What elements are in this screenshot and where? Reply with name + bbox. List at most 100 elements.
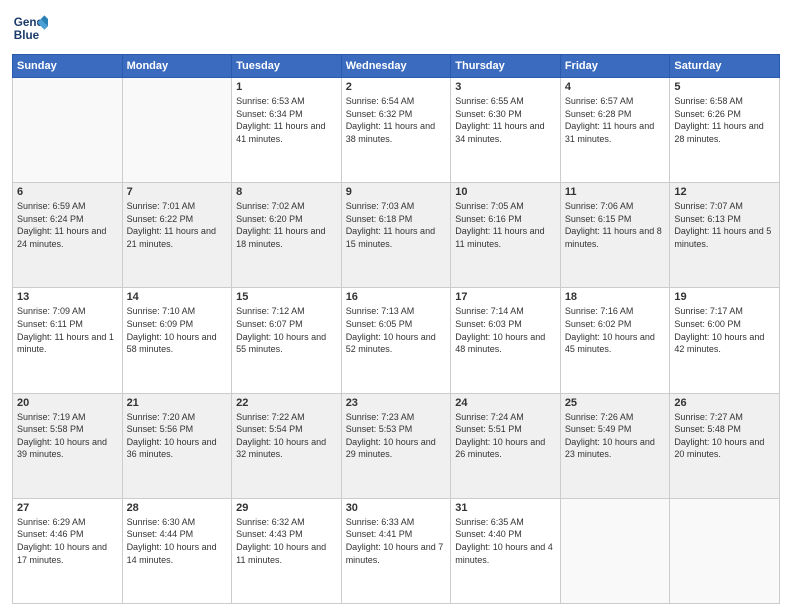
calendar-cell: 20Sunrise: 7:19 AM Sunset: 5:58 PM Dayli… bbox=[13, 393, 123, 498]
day-number: 24 bbox=[455, 397, 556, 409]
calendar-cell: 13 Sunrise: 7:09 AM Sunset: 6:11 PM Dayli… bbox=[13, 288, 123, 393]
cell-info: Sunrise: 7:27 AM Sunset: 5:48 PM Dayligh… bbox=[674, 411, 775, 461]
weekday-header-sunday: Sunday bbox=[13, 55, 123, 78]
day-number: 10 bbox=[455, 186, 556, 198]
weekday-header-wednesday: Wednesday bbox=[341, 55, 451, 78]
calendar-cell: 17 Sunrise: 7:14 AM Sunset: 6:03 PM Dayli… bbox=[451, 288, 561, 393]
day-number: 28 bbox=[127, 502, 228, 514]
cell-info: Sunrise: 7:13 AM Sunset: 6:05 PM Dayligh… bbox=[346, 305, 447, 355]
day-number: 15 bbox=[236, 291, 337, 303]
calendar-cell: 30 Sunrise: 6:33 AM Sunset: 4:41 PM Dayli… bbox=[341, 498, 451, 603]
calendar-cell: 8 Sunrise: 7:02 AM Sunset: 6:20 PM Daylig… bbox=[232, 183, 342, 288]
calendar-cell: 15 Sunrise: 7:12 AM Sunset: 6:07 PM Dayli… bbox=[232, 288, 342, 393]
weekday-header-thursday: Thursday bbox=[451, 55, 561, 78]
day-number: 25 bbox=[565, 397, 666, 409]
week-row-2: 6 Sunrise: 6:59 AM Sunset: 6:24 PM Daylig… bbox=[13, 183, 780, 288]
calendar-cell bbox=[560, 498, 670, 603]
day-number: 4 bbox=[565, 81, 666, 93]
svg-text:Blue: Blue bbox=[14, 29, 40, 42]
cell-info: Sunrise: 6:35 AM Sunset: 4:40 PM Dayligh… bbox=[455, 516, 556, 566]
cell-info: Sunrise: 6:29 AM Sunset: 4:46 PM Dayligh… bbox=[17, 516, 118, 566]
calendar-cell bbox=[670, 498, 780, 603]
calendar-cell: 27 Sunrise: 6:29 AM Sunset: 4:46 PM Dayli… bbox=[13, 498, 123, 603]
day-number: 23 bbox=[346, 397, 447, 409]
day-number: 21 bbox=[127, 397, 228, 409]
cell-info: Sunrise: 7:22 AM Sunset: 5:54 PM Dayligh… bbox=[236, 411, 337, 461]
page: General Blue SundayMondayTuesdayWednesda… bbox=[0, 0, 792, 612]
day-number: 6 bbox=[17, 186, 118, 198]
calendar-cell: 11 Sunrise: 7:06 AM Sunset: 6:15 PM Dayli… bbox=[560, 183, 670, 288]
calendar-cell: 23 Sunrise: 7:23 AM Sunset: 5:53 PM Dayli… bbox=[341, 393, 451, 498]
calendar-cell: 12 Sunrise: 7:07 AM Sunset: 6:13 PM Dayli… bbox=[670, 183, 780, 288]
calendar-cell: 18Sunrise: 7:16 AM Sunset: 6:02 PM Dayli… bbox=[560, 288, 670, 393]
cell-info: Sunrise: 7:23 AM Sunset: 5:53 PM Dayligh… bbox=[346, 411, 447, 461]
calendar-cell: 22 Sunrise: 7:22 AM Sunset: 5:54 PM Dayli… bbox=[232, 393, 342, 498]
day-number: 26 bbox=[674, 397, 775, 409]
cell-info: Sunrise: 7:09 AM Sunset: 6:11 PM Dayligh… bbox=[17, 305, 118, 355]
week-row-1: 1Sunrise: 6:53 AM Sunset: 6:34 PM Daylig… bbox=[13, 78, 780, 183]
calendar-cell: 29 Sunrise: 6:32 AM Sunset: 4:43 PM Dayli… bbox=[232, 498, 342, 603]
cell-info: Sunrise: 7:24 AM Sunset: 5:51 PM Dayligh… bbox=[455, 411, 556, 461]
cell-info: Sunrise: 7:12 AM Sunset: 6:07 PM Dayligh… bbox=[236, 305, 337, 355]
day-number: 17 bbox=[455, 291, 556, 303]
cell-info: Sunrise: 7:03 AM Sunset: 6:18 PM Dayligh… bbox=[346, 200, 447, 250]
calendar-cell: 4 Sunrise: 6:57 AM Sunset: 6:28 PM Daylig… bbox=[560, 78, 670, 183]
cell-info: Sunrise: 7:05 AM Sunset: 6:16 PM Dayligh… bbox=[455, 200, 556, 250]
logo: General Blue bbox=[12, 10, 48, 46]
cell-info: Sunrise: 7:26 AM Sunset: 5:49 PM Dayligh… bbox=[565, 411, 666, 461]
calendar-cell: 3Sunrise: 6:55 AM Sunset: 6:30 PM Daylig… bbox=[451, 78, 561, 183]
day-number: 29 bbox=[236, 502, 337, 514]
cell-info: Sunrise: 6:30 AM Sunset: 4:44 PM Dayligh… bbox=[127, 516, 228, 566]
cell-info: Sunrise: 6:59 AM Sunset: 6:24 PM Dayligh… bbox=[17, 200, 118, 250]
calendar-cell: 14Sunrise: 7:10 AM Sunset: 6:09 PM Dayli… bbox=[122, 288, 232, 393]
calendar-cell: 6 Sunrise: 6:59 AM Sunset: 6:24 PM Daylig… bbox=[13, 183, 123, 288]
calendar-cell: 1Sunrise: 6:53 AM Sunset: 6:34 PM Daylig… bbox=[232, 78, 342, 183]
cell-info: Sunrise: 6:53 AM Sunset: 6:34 PM Dayligh… bbox=[236, 95, 337, 145]
cell-info: Sunrise: 6:58 AM Sunset: 6:26 PM Dayligh… bbox=[674, 95, 775, 145]
week-row-5: 27 Sunrise: 6:29 AM Sunset: 4:46 PM Dayli… bbox=[13, 498, 780, 603]
cell-info: Sunrise: 6:55 AM Sunset: 6:30 PM Dayligh… bbox=[455, 95, 556, 145]
cell-info: Sunrise: 7:06 AM Sunset: 6:15 PM Dayligh… bbox=[565, 200, 666, 250]
calendar-cell: 9 Sunrise: 7:03 AM Sunset: 6:18 PM Daylig… bbox=[341, 183, 451, 288]
week-row-3: 13 Sunrise: 7:09 AM Sunset: 6:11 PM Dayli… bbox=[13, 288, 780, 393]
day-number: 13 bbox=[17, 291, 118, 303]
logo-icon: General Blue bbox=[12, 10, 48, 46]
day-number: 5 bbox=[674, 81, 775, 93]
day-number: 22 bbox=[236, 397, 337, 409]
cell-info: Sunrise: 6:33 AM Sunset: 4:41 PM Dayligh… bbox=[346, 516, 447, 566]
cell-info: Sunrise: 7:07 AM Sunset: 6:13 PM Dayligh… bbox=[674, 200, 775, 250]
cell-info: Sunrise: 7:02 AM Sunset: 6:20 PM Dayligh… bbox=[236, 200, 337, 250]
weekday-header-tuesday: Tuesday bbox=[232, 55, 342, 78]
day-number: 8 bbox=[236, 186, 337, 198]
calendar-cell: 24 Sunrise: 7:24 AM Sunset: 5:51 PM Dayli… bbox=[451, 393, 561, 498]
header: General Blue bbox=[12, 10, 780, 46]
day-number: 19 bbox=[674, 291, 775, 303]
calendar-cell: 10 Sunrise: 7:05 AM Sunset: 6:16 PM Dayli… bbox=[451, 183, 561, 288]
day-number: 11 bbox=[565, 186, 666, 198]
day-number: 16 bbox=[346, 291, 447, 303]
day-number: 31 bbox=[455, 502, 556, 514]
day-number: 30 bbox=[346, 502, 447, 514]
day-number: 27 bbox=[17, 502, 118, 514]
day-number: 9 bbox=[346, 186, 447, 198]
day-number: 7 bbox=[127, 186, 228, 198]
calendar-cell: 31 Sunrise: 6:35 AM Sunset: 4:40 PM Dayli… bbox=[451, 498, 561, 603]
weekday-header-monday: Monday bbox=[122, 55, 232, 78]
calendar-cell: 19Sunrise: 7:17 AM Sunset: 6:00 PM Dayli… bbox=[670, 288, 780, 393]
weekday-header-row: SundayMondayTuesdayWednesdayThursdayFrid… bbox=[13, 55, 780, 78]
calendar-cell: 26 Sunrise: 7:27 AM Sunset: 5:48 PM Dayli… bbox=[670, 393, 780, 498]
cell-info: Sunrise: 7:01 AM Sunset: 6:22 PM Dayligh… bbox=[127, 200, 228, 250]
cell-info: Sunrise: 7:19 AM Sunset: 5:58 PM Dayligh… bbox=[17, 411, 118, 461]
day-number: 2 bbox=[346, 81, 447, 93]
weekday-header-friday: Friday bbox=[560, 55, 670, 78]
day-number: 12 bbox=[674, 186, 775, 198]
calendar-cell: 7 Sunrise: 7:01 AM Sunset: 6:22 PM Daylig… bbox=[122, 183, 232, 288]
cell-info: Sunrise: 6:57 AM Sunset: 6:28 PM Dayligh… bbox=[565, 95, 666, 145]
calendar-cell bbox=[13, 78, 123, 183]
calendar-cell: 16 Sunrise: 7:13 AM Sunset: 6:05 PM Dayli… bbox=[341, 288, 451, 393]
cell-info: Sunrise: 7:14 AM Sunset: 6:03 PM Dayligh… bbox=[455, 305, 556, 355]
calendar-cell: 28 Sunrise: 6:30 AM Sunset: 4:44 PM Dayli… bbox=[122, 498, 232, 603]
calendar-cell bbox=[122, 78, 232, 183]
cell-info: Sunrise: 6:54 AM Sunset: 6:32 PM Dayligh… bbox=[346, 95, 447, 145]
cell-info: Sunrise: 6:32 AM Sunset: 4:43 PM Dayligh… bbox=[236, 516, 337, 566]
